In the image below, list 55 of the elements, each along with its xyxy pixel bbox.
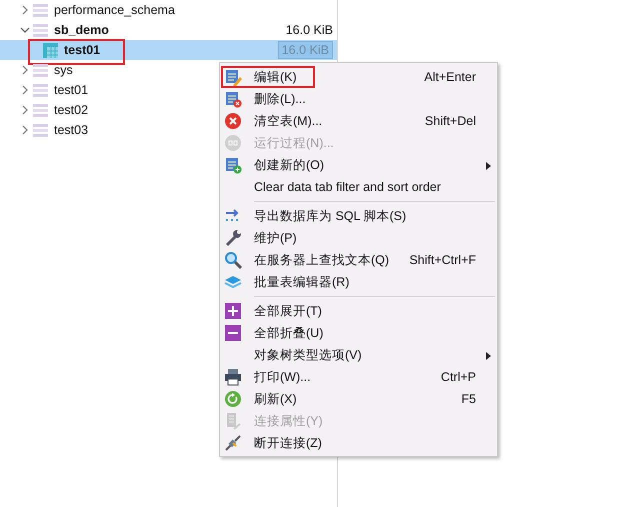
menu-item[interactable]: 在服务器上查找文本(Q) Shift+Ctrl+F: [220, 249, 497, 271]
table-icon: [42, 42, 59, 58]
size-label: 16.0 KiB: [278, 41, 333, 59]
size-label: 16.0 KiB: [286, 23, 333, 37]
collapse-all-icon: [224, 324, 242, 342]
database-icon: [32, 2, 49, 18]
submenu-arrow-icon: [486, 352, 491, 360]
run-icon: [224, 134, 242, 152]
submenu-arrow-icon: [486, 162, 491, 170]
menu-item[interactable]: 批量表编辑器(R): [220, 271, 497, 293]
tree-row[interactable]: performance_schema: [0, 0, 337, 20]
delete-icon: [224, 90, 242, 108]
refresh-icon: [224, 390, 242, 408]
menu-item[interactable]: 维护(P): [220, 227, 497, 249]
menu-item[interactable]: 编辑(K) Alt+Enter: [220, 66, 497, 88]
shortcut-label: F5: [461, 392, 476, 406]
properties-icon: [224, 412, 242, 430]
printer-icon: [224, 368, 242, 386]
shortcut-label: Shift+Ctrl+F: [409, 253, 476, 267]
database-icon: [32, 82, 49, 98]
database-icon: [32, 62, 49, 78]
menu-item[interactable]: 断开连接(Z): [220, 432, 497, 454]
database-icon: [32, 102, 49, 118]
database-icon: [32, 22, 49, 38]
database-icon: [32, 122, 49, 138]
tree-item-label: test01: [54, 83, 88, 97]
menu-item[interactable]: 刷新(X) F5: [220, 388, 497, 410]
menu-item[interactable]: 打印(W)... Ctrl+P: [220, 366, 497, 388]
menu-item[interactable]: 删除(L)...: [220, 88, 497, 110]
search-icon: [224, 251, 242, 269]
plug-icon: [224, 434, 242, 452]
menu-item[interactable]: 创建新的(O): [220, 154, 497, 176]
clear-icon: [224, 112, 242, 130]
tree-item-label: test03: [54, 123, 88, 137]
tree-row[interactable]: sb_demo 16.0 KiB: [0, 20, 337, 40]
menu-item[interactable]: 对象树类型选项(V): [220, 344, 497, 366]
expand-all-icon: [224, 302, 242, 320]
menu-item[interactable]: Clear data tab filter and sort order: [220, 176, 497, 198]
layers-icon: [224, 273, 242, 291]
menu-item[interactable]: 清空表(M)... Shift+Del: [220, 110, 497, 132]
menu-item[interactable]: 全部折叠(U): [220, 322, 497, 344]
tree-row[interactable]: test01 16.0 KiB: [0, 40, 337, 60]
tree-item-label: sys: [54, 63, 73, 77]
wrench-icon: [224, 229, 242, 247]
menu-item[interactable]: 导出数据库为 SQL 脚本(S): [220, 205, 497, 227]
tree-item-label: performance_schema: [54, 3, 175, 17]
edit-icon: [224, 68, 242, 86]
shortcut-label: Shift+Del: [424, 114, 476, 128]
shortcut-label: Alt+Enter: [424, 70, 476, 84]
menu-item[interactable]: 全部展开(T): [220, 300, 497, 322]
tree-item-label: test01: [64, 43, 100, 57]
tree-item-label: test02: [54, 103, 88, 117]
create-icon: [224, 156, 242, 174]
tree-item-label: sb_demo: [54, 23, 109, 37]
shortcut-label: Ctrl+P: [440, 370, 476, 384]
